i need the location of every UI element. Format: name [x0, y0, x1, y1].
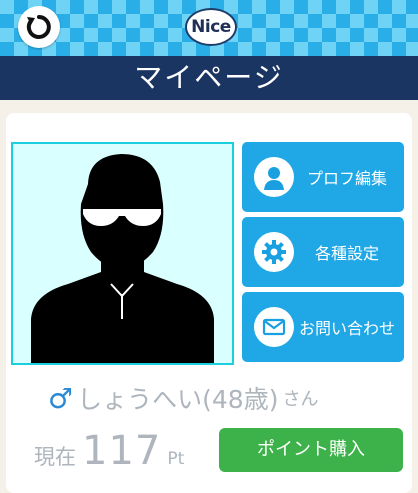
- logo-text: Nice: [191, 17, 231, 37]
- gear-icon: [254, 232, 294, 272]
- user-name: しょうへい: [77, 385, 203, 414]
- user-honorific: さん: [282, 389, 319, 410]
- user-age: (48歳): [202, 385, 279, 414]
- male-icon: ♂: [48, 381, 74, 415]
- inquiry-label: お問い合わせ: [298, 319, 395, 338]
- app-logo: Nice: [185, 8, 237, 46]
- silhouette-avatar-icon: [31, 154, 214, 363]
- mail-icon: [254, 307, 294, 347]
- profile-edit-label: プロフ編集: [306, 169, 387, 188]
- back-button[interactable]: [18, 6, 60, 48]
- profile-edit-button[interactable]: プロフ編集: [242, 142, 404, 212]
- current-label: 現在: [34, 445, 76, 469]
- buy-points-button[interactable]: ポイント購入: [219, 428, 403, 472]
- top-pattern-bar: Nice: [0, 0, 418, 56]
- refresh-back-icon: [26, 15, 51, 39]
- page-title: マイページ: [0, 56, 418, 100]
- points-display: 現在 117 Pt: [34, 428, 184, 476]
- avatar[interactable]: [11, 142, 234, 365]
- settings-button[interactable]: 各種設定: [242, 217, 404, 287]
- points-unit: Pt: [167, 449, 185, 469]
- user-name-row: ♂ しょうへい (48歳) さん: [48, 380, 318, 416]
- points-value: 117: [82, 428, 162, 474]
- inquiry-button[interactable]: お問い合わせ: [242, 292, 404, 362]
- settings-label: 各種設定: [314, 244, 379, 263]
- person-icon: [254, 157, 294, 197]
